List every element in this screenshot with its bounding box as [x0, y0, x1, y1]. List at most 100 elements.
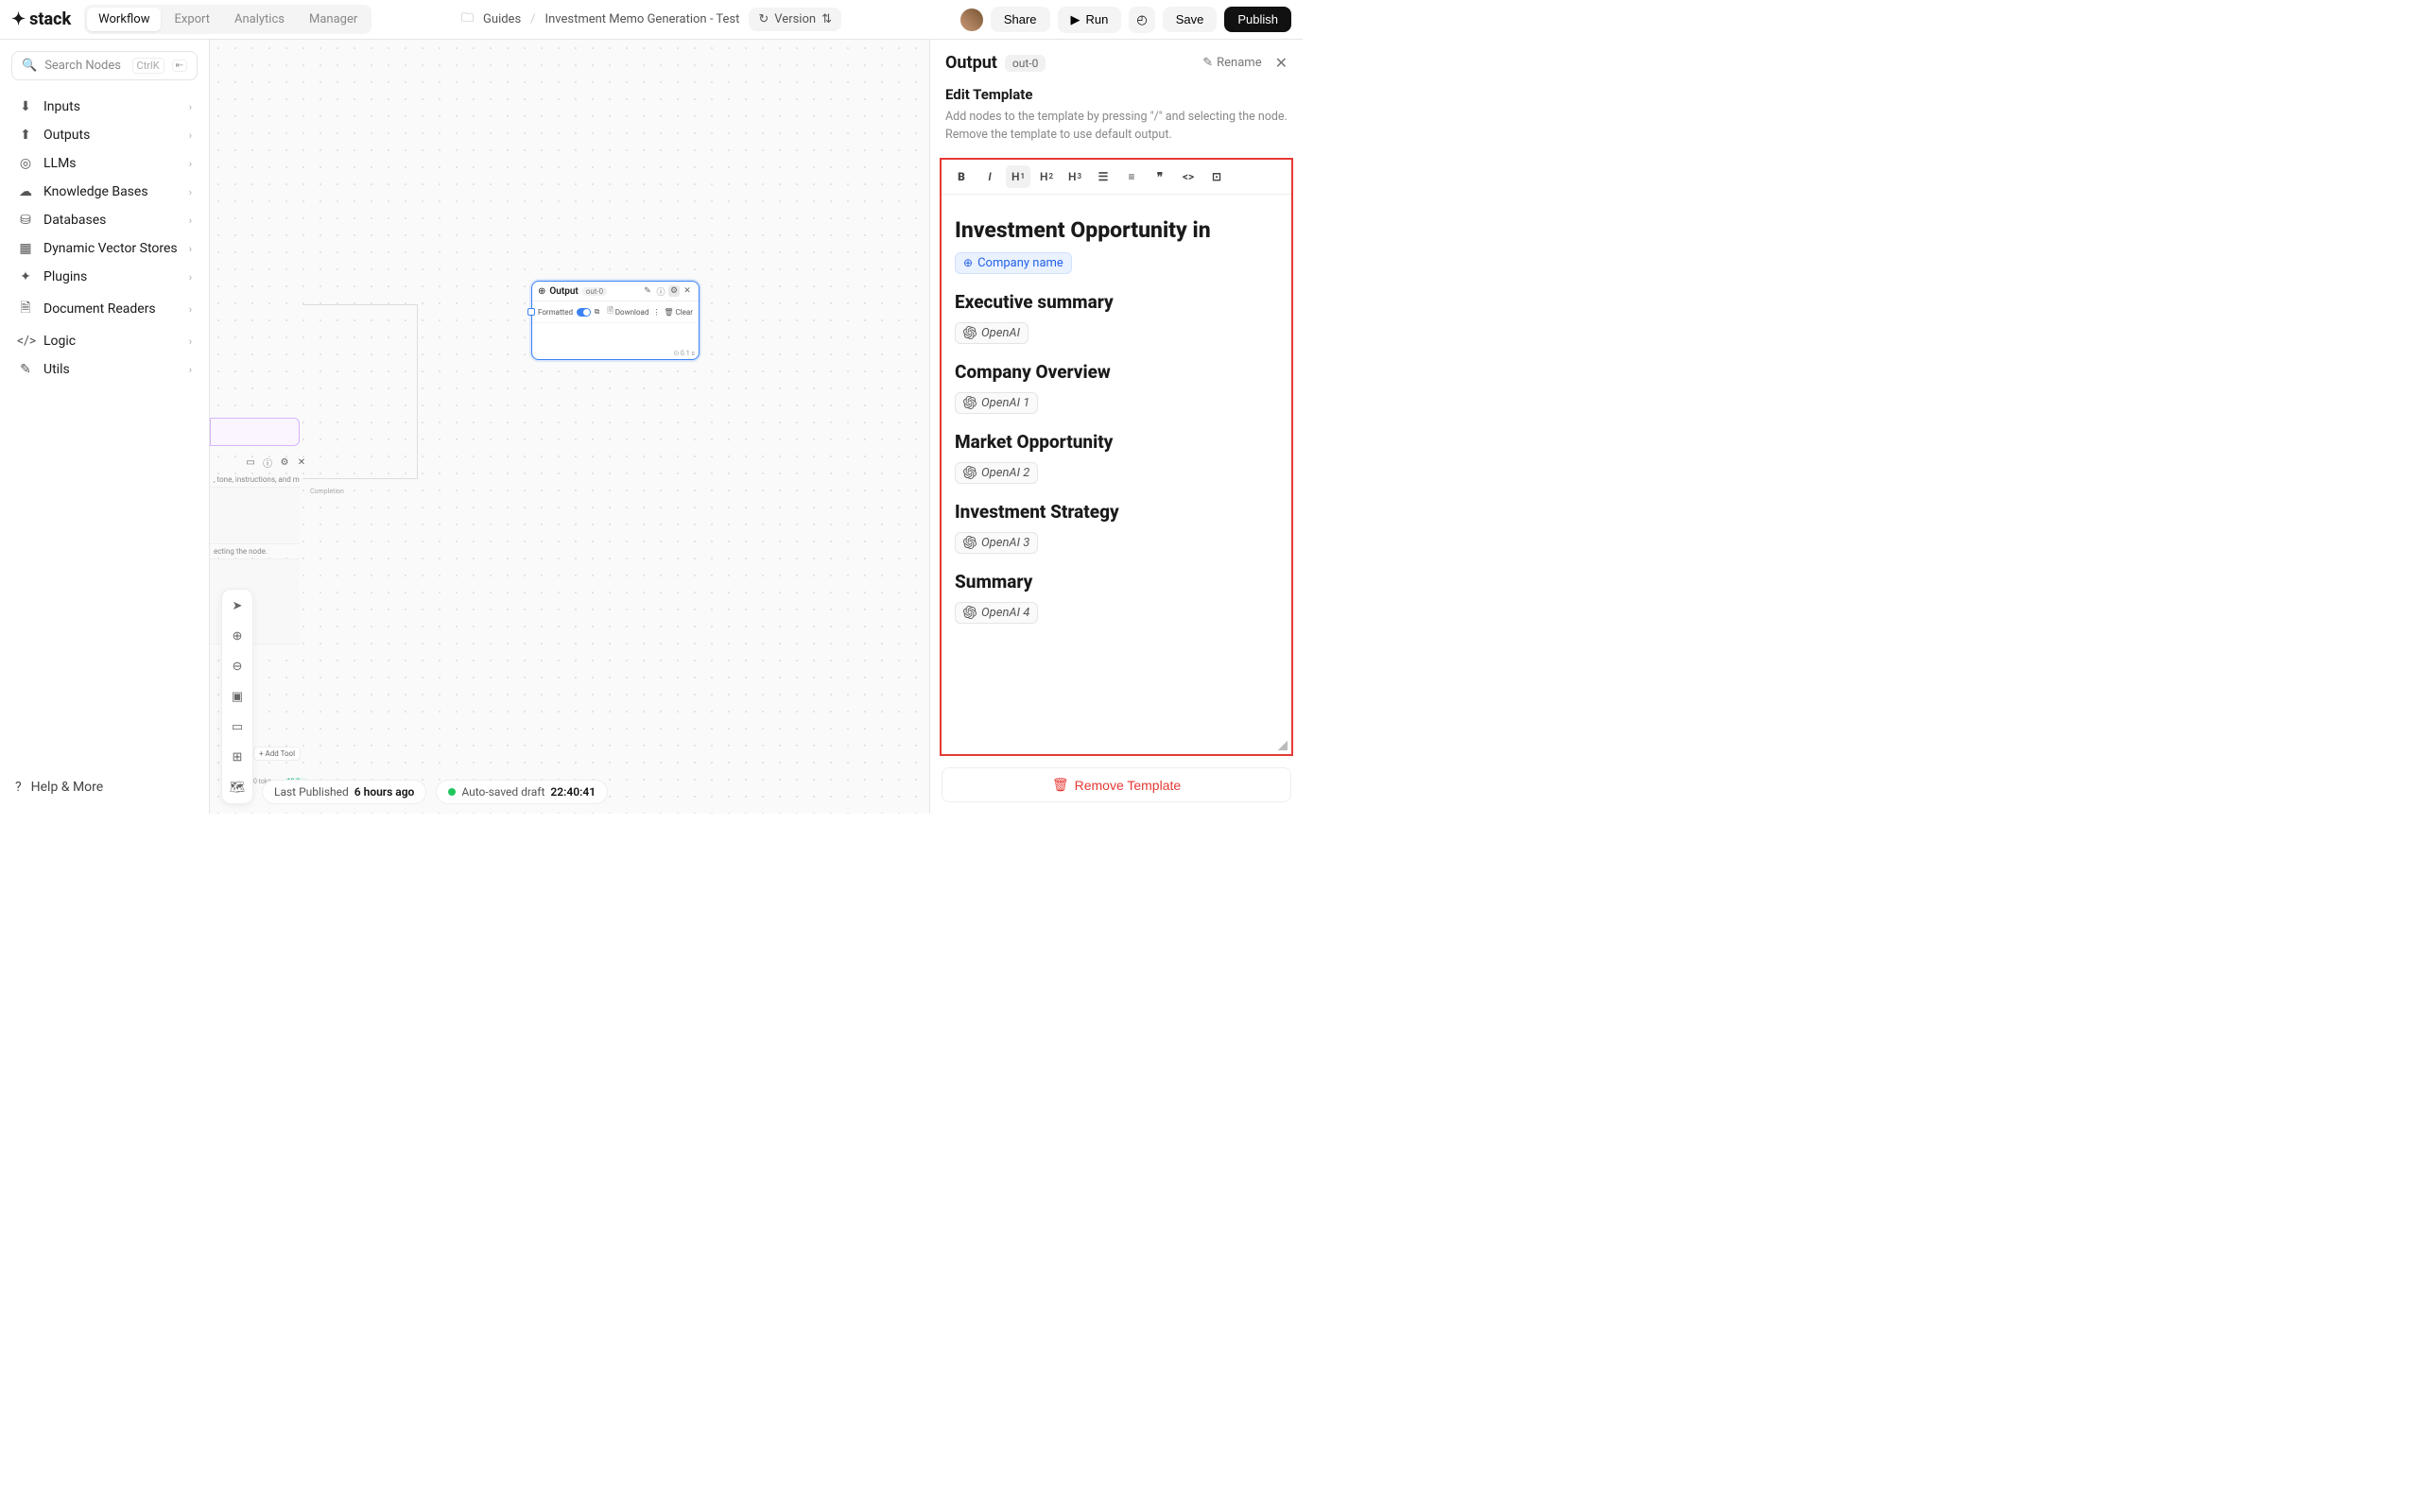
sidebar-item-utils[interactable]: ✎Utils› — [11, 356, 198, 383]
h1-button[interactable]: H1 — [1006, 165, 1030, 188]
breadcrumb-page[interactable]: Investment Memo Generation - Test — [545, 12, 740, 26]
zoom-out-tool[interactable]: ⊖ — [227, 656, 248, 677]
gear-icon[interactable]: ⚙ — [668, 285, 680, 297]
info-icon[interactable]: ⓘ — [261, 455, 274, 469]
code-icon: </> — [17, 334, 34, 349]
chevron-right-icon: › — [189, 335, 192, 348]
section-heading: Market Opportunity — [955, 431, 1278, 453]
grid-tool[interactable]: ⊞ — [227, 747, 248, 767]
version-button[interactable]: ↻ Version ⇅ — [749, 8, 841, 31]
help-button[interactable]: ? Help & More — [11, 772, 198, 802]
h3-button[interactable]: H3 — [1063, 165, 1087, 188]
chevron-right-icon: › — [189, 243, 192, 255]
clear-button[interactable]: 🗑Clear — [664, 308, 693, 317]
sidebar-item-inputs[interactable]: ⬇Inputs› — [11, 94, 198, 120]
chip-company-name[interactable]: ⊕ Company name — [955, 252, 1072, 274]
rp-title: Output — [945, 53, 997, 73]
chip-openai-1[interactable]: OpenAI 1 — [955, 392, 1038, 414]
runtime-badge: ⊙ 0.1 s — [673, 350, 695, 357]
chevron-right-icon: › — [189, 215, 192, 227]
autosave-label: Auto-saved draft — [461, 785, 544, 799]
download-button[interactable]: 🗎Download — [607, 305, 648, 318]
remove-template-button[interactable]: 🗑 Remove Template — [942, 767, 1291, 802]
code-button[interactable]: <> — [1176, 165, 1201, 188]
insert-node-button[interactable]: ⊡ — [1204, 165, 1229, 188]
folder-icon: 🗀 — [461, 9, 474, 30]
tab-workflow[interactable]: Workflow — [87, 8, 161, 31]
run-button[interactable]: ▶ Run — [1058, 7, 1122, 33]
fit-tool[interactable]: ▣ — [227, 686, 248, 707]
clear-label: Clear — [676, 308, 693, 317]
sidebar-item-databases[interactable]: ⛁Databases› — [11, 207, 198, 233]
template-h1: Investment Opportunity in — [955, 217, 1278, 243]
sidebar-item-docs[interactable]: 🗎Document Readers› — [11, 292, 198, 326]
search-shortcut: CtrlK — [132, 58, 164, 74]
h2-button[interactable]: H2 — [1034, 165, 1059, 188]
tab-analytics[interactable]: Analytics — [223, 8, 296, 31]
formatted-toggle[interactable] — [577, 308, 591, 317]
chip-label: OpenAI 2 — [981, 466, 1029, 480]
sidebar-item-knowledge[interactable]: ☁Knowledge Bases› — [11, 179, 198, 205]
section-heading: Summary — [955, 571, 1278, 593]
section-heading: Investment Strategy — [955, 501, 1278, 523]
chip-openai-2[interactable]: OpenAI 2 — [955, 462, 1038, 484]
logo-icon: ✦ — [11, 9, 26, 29]
panel-tool[interactable]: ▭ — [227, 716, 248, 737]
download-label: Download — [615, 308, 649, 317]
publish-button[interactable]: Publish — [1224, 7, 1291, 32]
canvas[interactable]: Completion ⊕ Output out-0 ✎ ⓘ ⚙ ✕ Format… — [210, 40, 929, 814]
ordered-list-button[interactable]: ≡ — [1119, 165, 1144, 188]
editor-body[interactable]: Investment Opportunity in ⊕ Company name… — [942, 195, 1291, 755]
node-output[interactable]: ⊕ Output out-0 ✎ ⓘ ⚙ ✕ Formatted ⧉ 🗎Down… — [531, 281, 700, 360]
close-panel-button[interactable]: ✕ — [1275, 54, 1288, 72]
sidebar-item-outputs[interactable]: ⬆Outputs› — [11, 122, 198, 148]
info-icon[interactable]: ⓘ — [655, 285, 666, 297]
bold-button[interactable]: B — [949, 165, 974, 188]
save-button[interactable]: Save — [1163, 7, 1218, 32]
chip-label: OpenAI 3 — [981, 536, 1029, 550]
sidebar-item-plugins[interactable]: ✦Plugins› — [11, 264, 198, 290]
sidebar-item-logic[interactable]: </>Logic› — [11, 328, 198, 354]
cursor-tool[interactable]: ➤ — [227, 595, 248, 616]
map-tool[interactable]: 🗺 — [227, 777, 248, 798]
formatted-label: Formatted — [538, 308, 573, 317]
gear-icon[interactable]: ⚙ — [278, 455, 291, 469]
sidebar-label: Inputs — [43, 99, 80, 114]
zoom-in-tool[interactable]: ⊕ — [227, 626, 248, 646]
panel-icon[interactable]: ▭ — [244, 455, 257, 469]
more-icon[interactable]: ⋮ — [652, 308, 660, 317]
node-port[interactable] — [527, 308, 535, 316]
add-tool-button[interactable]: + Add Tool — [253, 747, 301, 761]
italic-button[interactable]: I — [977, 165, 1002, 188]
chip-openai-3[interactable]: OpenAI 3 — [955, 532, 1038, 554]
close-icon[interactable]: ✕ — [295, 455, 308, 469]
play-icon: ▶ — [1071, 12, 1080, 27]
rp-footer: 🗑 Remove Template — [930, 756, 1303, 814]
grid-icon: ▦ — [17, 241, 34, 256]
tab-manager[interactable]: Manager — [298, 8, 369, 31]
schedule-button[interactable]: ◴ — [1129, 7, 1154, 33]
partial-textarea[interactable] — [210, 488, 300, 544]
collapse-sidebar-icon[interactable]: ⇤ — [172, 60, 187, 72]
chip-openai-4[interactable]: OpenAI 4 — [955, 602, 1038, 624]
sidebar-label: Knowledge Bases — [43, 184, 148, 199]
quote-button[interactable]: ❞ — [1148, 165, 1172, 188]
copy-icon[interactable]: ⧉ — [595, 307, 600, 317]
avatar[interactable] — [960, 9, 983, 31]
chip-openai[interactable]: OpenAI — [955, 322, 1028, 344]
edit-icon[interactable]: ✎ — [642, 285, 653, 297]
share-button[interactable]: Share — [991, 7, 1050, 32]
search-input[interactable]: 🔍 Search Nodes CtrlK ⇤ — [11, 51, 198, 80]
resize-handle[interactable] — [1278, 741, 1288, 750]
tab-export[interactable]: Export — [163, 8, 221, 31]
rename-button[interactable]: ✎ Rename — [1202, 56, 1261, 70]
breadcrumb-folder[interactable]: Guides — [483, 12, 521, 26]
close-icon[interactable]: ✕ — [682, 285, 693, 297]
bullet-list-button[interactable]: ☰ — [1091, 165, 1115, 188]
sidebar-item-llms[interactable]: ◎LLMs› — [11, 150, 198, 177]
node-openai-partial[interactable] — [210, 418, 300, 446]
sidebar-label: LLMs — [43, 156, 77, 171]
chevron-updown-icon: ⇅ — [821, 12, 832, 26]
chip-label: Company name — [977, 256, 1063, 270]
sidebar-item-vector[interactable]: ▦Dynamic Vector Stores› — [11, 235, 198, 262]
